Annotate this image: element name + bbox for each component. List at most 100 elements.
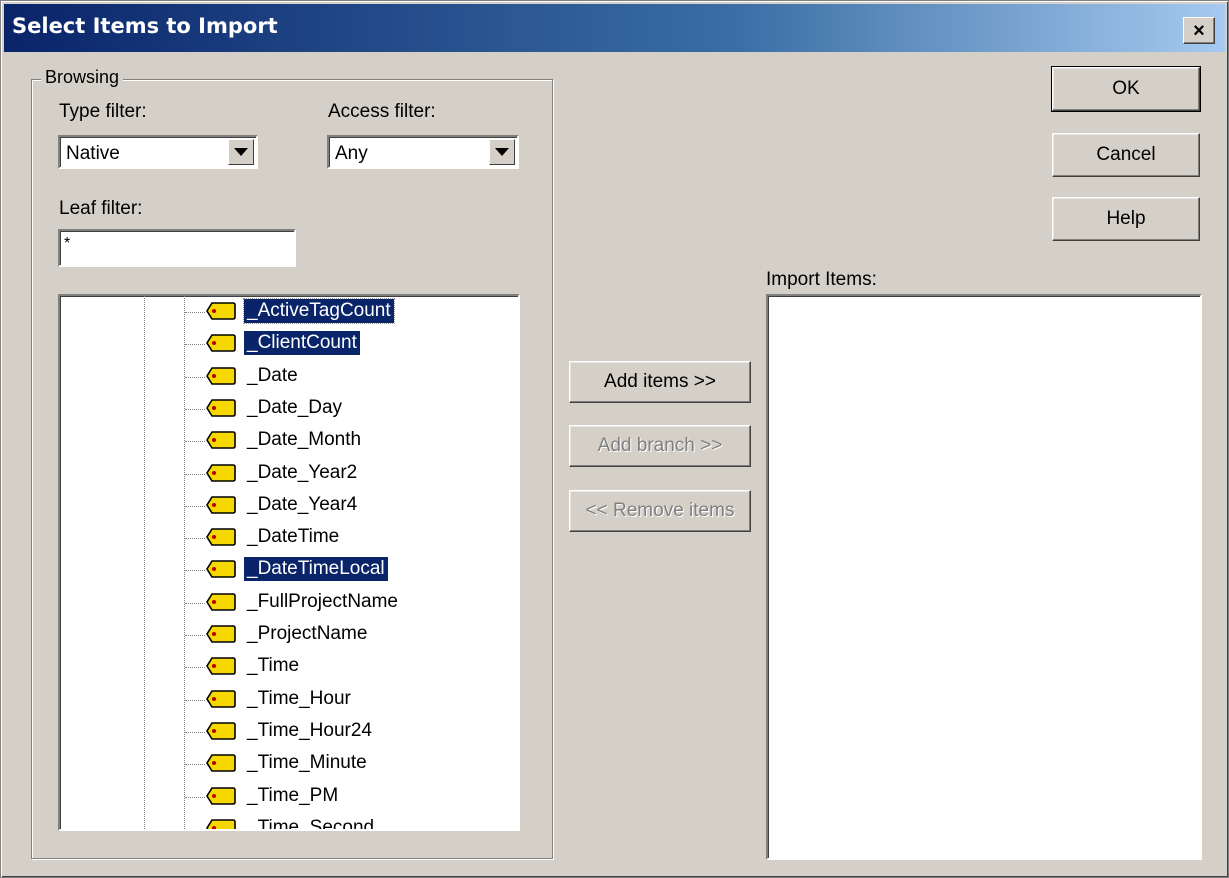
tree-connector — [185, 635, 205, 636]
tree-item[interactable]: _DateTime — [60, 522, 518, 554]
help-button[interactable]: Help — [1052, 197, 1200, 241]
tree-item[interactable]: _Date_Day — [60, 393, 518, 425]
close-button[interactable]: × — [1183, 17, 1215, 44]
tree-item-label: _ProjectName — [247, 623, 368, 644]
tree-item[interactable]: _Time_PM — [60, 781, 518, 813]
help-label: Help — [1106, 208, 1146, 229]
tag-icon — [206, 689, 236, 708]
access-filter-value: Any — [335, 143, 368, 164]
tree-item[interactable]: _Time — [60, 651, 518, 683]
tree-item-label: _DateTime — [247, 526, 340, 548]
tree-item[interactable]: _ProjectName — [60, 619, 518, 651]
tag-icon — [206, 399, 236, 417]
add-items-label: Add items >> — [604, 371, 716, 392]
tree-item-label: _ActiveTagCount — [243, 298, 395, 324]
tree-item-label: _Date_Day — [247, 396, 343, 418]
tree-item-label: _Date_Month — [247, 429, 362, 451]
leaf-filter-label: Leaf filter: — [59, 198, 143, 219]
tree-item[interactable]: _Date_Year2 — [60, 458, 518, 490]
ok-button[interactable]: OK — [1051, 66, 1201, 112]
tag-icon — [206, 722, 236, 740]
tree-connector — [185, 344, 205, 346]
tag-icon — [206, 786, 236, 805]
tree-connector — [185, 828, 205, 829]
add-items-button[interactable]: Add items >> — [569, 361, 751, 403]
access-filter-label: Access filter: — [328, 101, 436, 122]
select-items-dialog: Select Items to Import × Browsing Type f… — [0, 0, 1229, 878]
tag-icon — [206, 334, 236, 353]
type-filter-label: Type filter: — [59, 101, 147, 122]
tree-item[interactable]: _Date_Year4 — [60, 490, 518, 522]
cancel-label: Cancel — [1096, 144, 1156, 165]
tree-connector — [185, 731, 205, 733]
tree-item[interactable]: _FullProjectName — [60, 587, 518, 619]
type-filter-value: Native — [66, 143, 120, 164]
tag-icon — [206, 528, 236, 546]
tree-connector — [185, 667, 205, 669]
cancel-button[interactable]: Cancel — [1052, 133, 1200, 177]
tree-item[interactable]: _Time_Second — [60, 813, 518, 831]
tree-item-label: _DateTimeLocal — [244, 557, 388, 582]
tree-item[interactable]: _Time_Hour24 — [60, 716, 518, 748]
leaf-filter-value: * — [64, 235, 71, 252]
tag-icon — [206, 625, 236, 643]
tree-item-label: _Date_Year4 — [247, 493, 358, 515]
tree-item-label: _Time_PM — [247, 784, 339, 806]
tree-item-label: _Time — [247, 655, 300, 677]
tree-connector — [185, 441, 205, 443]
chevron-down-icon[interactable] — [228, 139, 254, 165]
ok-label: OK — [1112, 78, 1140, 99]
tree-item[interactable]: _Date_Month — [60, 425, 518, 457]
tree-connector — [185, 796, 205, 798]
tree-item[interactable]: _Time_Minute — [60, 748, 518, 780]
access-filter-select[interactable]: Any — [327, 135, 519, 169]
tag-icon — [206, 560, 236, 579]
tree-connector — [185, 764, 205, 766]
tag-icon — [206, 302, 236, 320]
tree-item-label: _ClientCount — [244, 331, 360, 356]
tag-icon — [206, 495, 236, 514]
tree-connector — [185, 505, 205, 507]
tree-item[interactable]: _ActiveTagCount — [60, 296, 518, 328]
tree-item-label: _Time_Minute — [247, 752, 367, 774]
import-items-list[interactable] — [766, 294, 1202, 860]
close-icon: × — [1193, 19, 1205, 42]
tag-icon — [206, 818, 236, 829]
browsing-group-label: Browsing — [41, 67, 124, 88]
tag-icon — [206, 657, 236, 676]
remove-items-button[interactable]: << Remove items — [569, 490, 751, 532]
add-branch-button[interactable]: Add branch >> — [569, 425, 751, 467]
import-items-label: Import Items: — [766, 269, 877, 290]
tree-item[interactable]: _DateTimeLocal — [60, 554, 518, 586]
tree-item-label: _Time_Hour24 — [247, 719, 372, 741]
tree-connector — [185, 312, 205, 313]
tag-icon — [206, 592, 236, 611]
tree-connector — [185, 570, 205, 572]
tag-icon — [206, 431, 236, 449]
remove-items-label: << Remove items — [585, 500, 735, 521]
dialog-title: Select Items to Import — [12, 14, 278, 38]
chevron-down-icon[interactable] — [489, 139, 515, 165]
add-branch-label: Add branch >> — [597, 435, 723, 456]
tree-item[interactable]: _Date — [60, 361, 518, 393]
tree-item-label: _Time_Hour — [247, 687, 351, 709]
tag-icon — [206, 463, 236, 482]
tree-item-label: _Date_Year2 — [247, 461, 358, 483]
tree-connector — [185, 538, 205, 540]
tree-connector — [185, 408, 205, 410]
tree-connector — [185, 473, 205, 475]
tag-icon — [206, 754, 236, 772]
tree-item-label: _FullProjectName — [247, 590, 398, 612]
tag-tree[interactable]: _ActiveTagCount _ClientCount _Date _Date_Da… — [58, 294, 520, 831]
tree-connector — [185, 602, 205, 604]
leaf-filter-input[interactable]: * — [58, 229, 296, 267]
tree-item[interactable]: _ClientCount — [60, 328, 518, 360]
tree-connector — [185, 376, 205, 378]
tree-connector — [185, 699, 205, 701]
tag-icon — [206, 366, 236, 385]
tree-item-label: _Time_Second — [247, 816, 375, 831]
tree-item-label: _Date — [247, 364, 298, 386]
tree-item[interactable]: _Time_Hour — [60, 684, 518, 716]
title-bar[interactable]: Select Items to Import × — [4, 4, 1225, 52]
type-filter-select[interactable]: Native — [58, 135, 258, 169]
